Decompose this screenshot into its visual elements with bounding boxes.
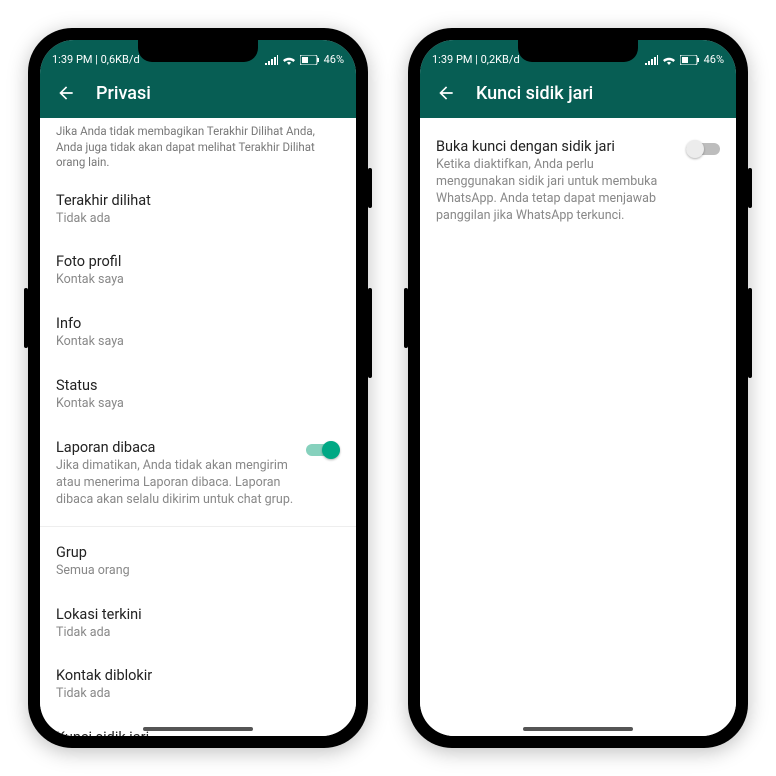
setting-title: Buka kunci dengan sidik jari (436, 138, 674, 155)
setting-title: Info (56, 315, 340, 332)
setting-title: Status (56, 377, 340, 394)
setting-blocked-contacts[interactable]: Kontak diblokir Tidak ada (40, 654, 356, 716)
setting-value: Semua orang (56, 563, 340, 580)
status-time: 1:39 PM | 0,6KB/d (52, 53, 140, 66)
home-indicator (523, 727, 633, 731)
signal-icon (265, 55, 278, 65)
status-time: 1:39 PM | 0,2KB/d (432, 53, 520, 66)
divider (40, 526, 356, 527)
settings-list[interactable]: Jika Anda tidak membagikan Terakhir Dili… (40, 118, 356, 736)
wifi-icon (662, 55, 676, 65)
setting-value: Kontak saya (56, 334, 340, 351)
power-button (368, 168, 372, 208)
side-button (404, 288, 408, 348)
setting-title: Lokasi terkini (56, 606, 340, 623)
read-receipts-toggle[interactable] (306, 441, 340, 459)
battery-percent: 46% (324, 53, 344, 66)
status-icons: 46% (265, 53, 344, 66)
setting-description: Ketika diaktifkan, Anda perlu menggunaka… (436, 157, 674, 225)
back-button[interactable] (50, 77, 82, 109)
setting-read-receipts[interactable]: Laporan dibaca Jika dimatikan, Anda tida… (40, 426, 356, 522)
app-bar: Privasi (40, 68, 356, 118)
setting-unlock-with-fingerprint[interactable]: Buka kunci dengan sidik jari Ketika diak… (420, 118, 736, 238)
app-bar: Kunci sidik jari (420, 68, 736, 118)
setting-status[interactable]: Status Kontak saya (40, 364, 356, 426)
setting-value: Kontak saya (56, 396, 340, 413)
setting-value: Tidak ada (56, 686, 340, 703)
setting-description: Jika dimatikan, Anda tidak akan mengirim… (56, 458, 294, 509)
settings-list: Buka kunci dengan sidik jari Ketika diak… (420, 118, 736, 736)
setting-profile-photo[interactable]: Foto profil Kontak saya (40, 240, 356, 302)
setting-value: Kontak saya (56, 272, 340, 289)
power-button (748, 168, 752, 208)
phone-frame-left: 1:39 PM | 0,6KB/d 46% Privasi Jika Anda … (28, 28, 368, 748)
setting-value: Tidak ada (56, 625, 340, 642)
arrow-left-icon (56, 83, 76, 103)
status-icons: 46% (645, 53, 724, 66)
page-title: Kunci sidik jari (476, 83, 593, 104)
setting-title: Foto profil (56, 253, 340, 270)
arrow-left-icon (436, 83, 456, 103)
setting-live-location[interactable]: Lokasi terkini Tidak ada (40, 593, 356, 655)
notch (138, 40, 258, 62)
setting-title: Kontak diblokir (56, 667, 340, 684)
setting-info[interactable]: Info Kontak saya (40, 302, 356, 364)
notch (518, 40, 638, 62)
signal-icon (645, 55, 658, 65)
wifi-icon (282, 55, 296, 65)
side-button (24, 288, 28, 348)
battery-icon (300, 55, 320, 65)
battery-percent: 46% (704, 53, 724, 66)
volume-button (748, 288, 752, 378)
setting-groups[interactable]: Grup Semua orang (40, 531, 356, 593)
back-button[interactable] (430, 77, 462, 109)
home-indicator (143, 727, 253, 731)
phone-frame-right: 1:39 PM | 0,2KB/d 46% Kunci sidik jari B… (408, 28, 748, 748)
setting-last-seen[interactable]: Terakhir dilihat Tidak ada (40, 179, 356, 241)
setting-title: Terakhir dilihat (56, 192, 340, 209)
setting-title: Laporan dibaca (56, 439, 294, 456)
battery-icon (680, 55, 700, 65)
volume-button (368, 288, 372, 378)
privacy-note: Jika Anda tidak membagikan Terakhir Dili… (40, 118, 356, 179)
fingerprint-unlock-toggle[interactable] (686, 140, 720, 158)
setting-value: Tidak ada (56, 211, 340, 228)
page-title: Privasi (96, 83, 151, 104)
setting-title: Grup (56, 544, 340, 561)
